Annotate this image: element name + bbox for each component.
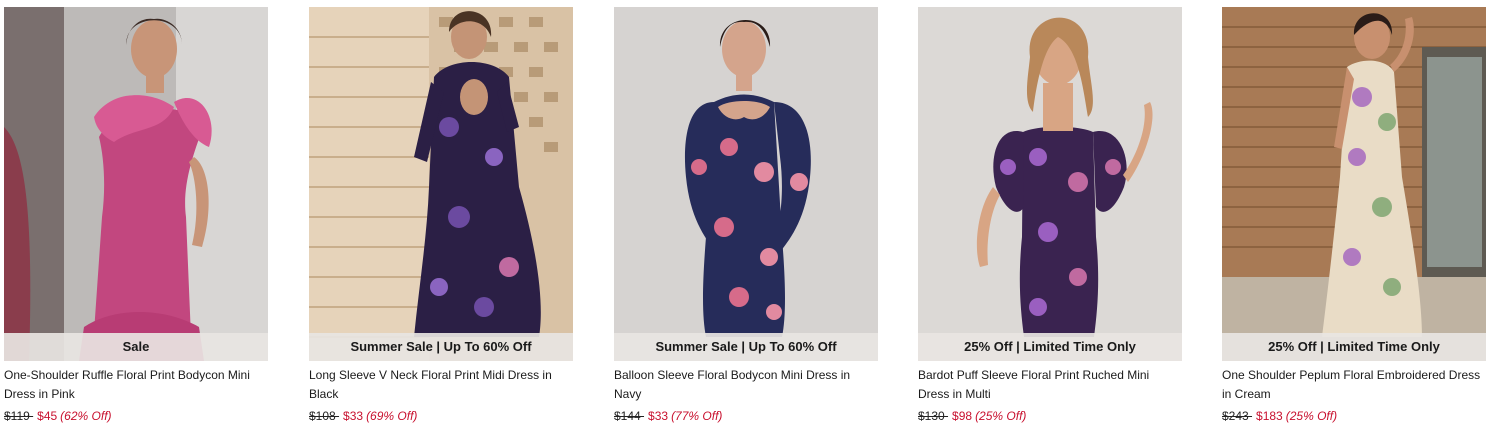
product-name-link[interactable]: One Shoulder Peplum Floral Embroidered D…	[1222, 366, 1486, 404]
product-photo	[918, 7, 1182, 361]
product-name-link[interactable]: Long Sleeve V Neck Floral Print Midi Dre…	[309, 366, 573, 404]
original-price: $243	[1222, 409, 1253, 423]
original-price: $144	[614, 409, 645, 423]
price-row: $243 $183 (25% Off)	[1222, 408, 1486, 424]
sale-price: $183	[1256, 409, 1283, 423]
product-card[interactable]: Sale One-Shoulder Ruffle Floral Print Bo…	[4, 7, 268, 424]
product-image[interactable]: Summer Sale | Up To 60% Off	[309, 7, 573, 361]
price-row: $119 $45 (62% Off)	[4, 408, 268, 424]
product-photo	[1222, 7, 1486, 361]
promo-badge: Summer Sale | Up To 60% Off	[309, 333, 573, 361]
sale-price: $33	[343, 409, 364, 423]
promo-badge: 25% Off | Limited Time Only	[918, 333, 1182, 361]
original-price: $119	[4, 409, 34, 423]
product-name-link[interactable]: One-Shoulder Ruffle Floral Print Bodycon…	[4, 366, 268, 404]
product-card[interactable]: Summer Sale | Up To 60% Off Balloon Slee…	[614, 7, 878, 424]
product-grid: Sale One-Shoulder Ruffle Floral Print Bo…	[0, 0, 1494, 429]
sale-price: $45	[37, 409, 58, 423]
product-card[interactable]: Summer Sale | Up To 60% Off Long Sleeve …	[309, 7, 573, 424]
original-price: $108	[309, 409, 340, 423]
product-image[interactable]: 25% Off | Limited Time Only	[1222, 7, 1486, 361]
discount-label: (62% Off)	[60, 409, 112, 423]
promo-badge: Sale	[4, 333, 268, 361]
product-image[interactable]: 25% Off | Limited Time Only	[918, 7, 1182, 361]
original-price: $130	[918, 409, 949, 423]
product-card[interactable]: 25% Off | Limited Time Only Bardot Puff …	[918, 7, 1182, 424]
discount-label: (25% Off)	[1285, 409, 1338, 423]
product-photo	[614, 7, 878, 361]
product-card[interactable]: 25% Off | Limited Time Only One Shoulder…	[1222, 7, 1486, 424]
product-image[interactable]: Summer Sale | Up To 60% Off	[614, 7, 878, 361]
product-name-link[interactable]: Balloon Sleeve Floral Bodycon Mini Dress…	[614, 366, 878, 404]
discount-label: (69% Off)	[366, 409, 418, 423]
product-photo	[4, 7, 268, 361]
product-photo	[309, 7, 573, 361]
discount-label: (77% Off)	[671, 409, 723, 423]
price-row: $108 $33 (69% Off)	[309, 408, 573, 424]
promo-badge: Summer Sale | Up To 60% Off	[614, 333, 878, 361]
product-name-link[interactable]: Bardot Puff Sleeve Floral Print Ruched M…	[918, 366, 1182, 404]
sale-price: $33	[648, 409, 669, 423]
discount-label: (25% Off)	[975, 409, 1027, 423]
price-row: $144 $33 (77% Off)	[614, 408, 878, 424]
price-row: $130 $98 (25% Off)	[918, 408, 1182, 424]
product-image[interactable]: Sale	[4, 7, 268, 361]
promo-badge: 25% Off | Limited Time Only	[1222, 333, 1486, 361]
sale-price: $98	[952, 409, 973, 423]
